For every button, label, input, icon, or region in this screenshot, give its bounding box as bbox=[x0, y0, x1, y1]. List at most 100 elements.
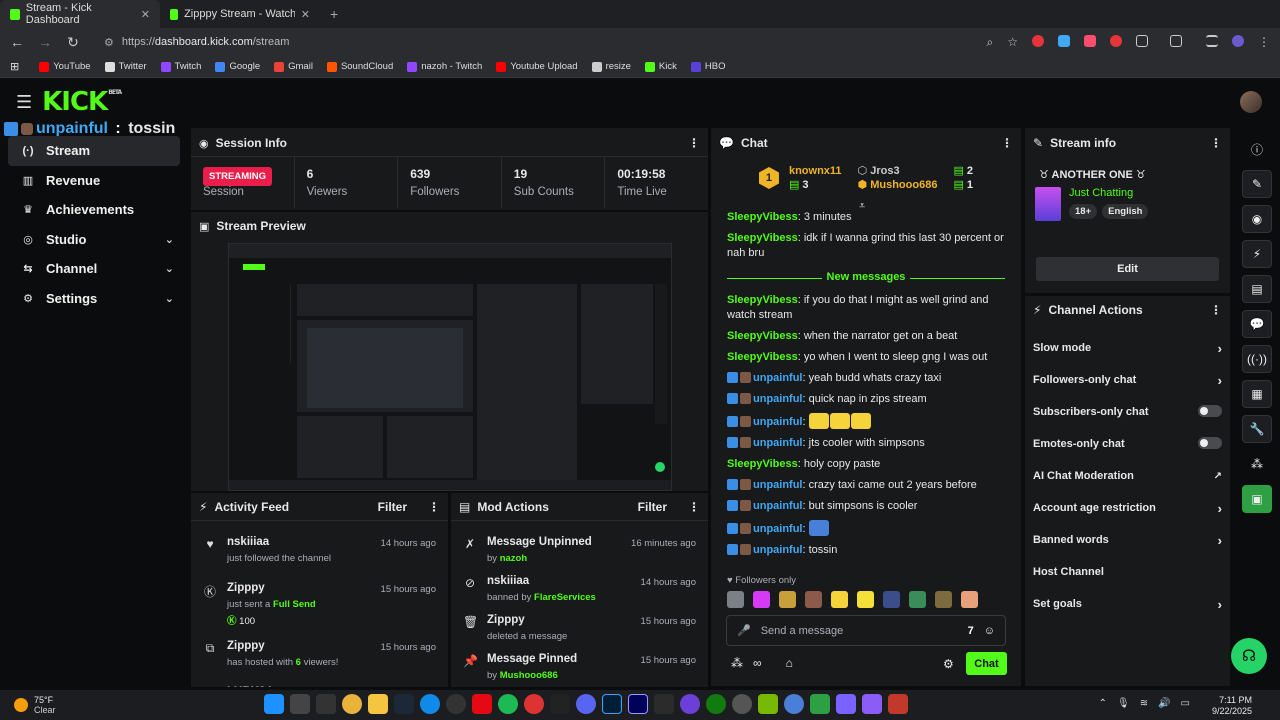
emote[interactable] bbox=[883, 591, 900, 608]
profile-avatar-icon[interactable] bbox=[1232, 34, 1244, 47]
emote[interactable] bbox=[831, 591, 848, 608]
extensions-puzzle-icon[interactable] bbox=[1136, 34, 1148, 47]
chat-username[interactable]: unpainful bbox=[753, 500, 803, 512]
wifi-icon[interactable]: ≋ bbox=[1140, 698, 1148, 709]
sidebar-item-stream[interactable]: (·) Stream bbox=[8, 136, 180, 166]
emoji-icon[interactable]: ☺ bbox=[984, 625, 995, 637]
bookmark-item[interactable]: YouTube bbox=[39, 61, 91, 72]
obs-icon[interactable] bbox=[446, 694, 466, 714]
chat-message[interactable]: unpainful: bbox=[727, 413, 1005, 430]
more-options-icon[interactable]: ⋮ bbox=[1210, 303, 1222, 317]
epic-games-icon[interactable] bbox=[550, 694, 570, 714]
emote[interactable] bbox=[727, 591, 744, 608]
chat-bubble-icon[interactable]: 💬 bbox=[1242, 310, 1272, 338]
media-controls-icon[interactable] bbox=[1206, 34, 1218, 47]
cast-icon[interactable] bbox=[1170, 34, 1182, 47]
microphone-icon[interactable]: 🎤 bbox=[737, 624, 751, 637]
store-icon[interactable]: ⌂ bbox=[786, 656, 793, 670]
task-view-icon[interactable] bbox=[290, 694, 310, 714]
emote[interactable] bbox=[857, 591, 874, 608]
battery-icon[interactable]: ▭ bbox=[1181, 698, 1190, 709]
seven-tv-icon[interactable]: 7 bbox=[968, 625, 974, 637]
file-explorer-icon[interactable] bbox=[368, 694, 388, 714]
stream-preview-video[interactable] bbox=[228, 243, 672, 491]
camera-icon[interactable]: ◉ bbox=[1242, 205, 1272, 233]
category-link[interactable]: Just Chatting bbox=[1069, 187, 1148, 199]
sidebar-item-channel[interactable]: ⇆ Channel ⌄ bbox=[8, 254, 180, 284]
app-icon[interactable] bbox=[654, 694, 674, 714]
channel-action-item[interactable]: Account age restriction › bbox=[1025, 492, 1230, 524]
sidebar-item-achievements[interactable]: ♛ Achievements bbox=[8, 195, 180, 225]
more-options-icon[interactable]: ⋮ bbox=[428, 500, 440, 514]
chat-input[interactable]: 🎤 Send a message 7 ☺ bbox=[726, 615, 1006, 646]
chat-username[interactable]: SleepyVibess bbox=[727, 211, 798, 223]
bookmark-item[interactable]: Twitter bbox=[104, 61, 147, 72]
edge-icon[interactable] bbox=[420, 694, 440, 714]
bookmark-item[interactable]: Youtube Upload bbox=[496, 61, 578, 72]
chat-username[interactable]: unpainful bbox=[753, 393, 803, 405]
discord-icon[interactable] bbox=[576, 694, 596, 714]
chrome-icon[interactable] bbox=[342, 694, 362, 714]
chat-message[interactable]: unpainful: tossin bbox=[727, 543, 1005, 558]
loop-icon[interactable]: ∞ bbox=[753, 656, 762, 670]
app-icon[interactable] bbox=[524, 694, 544, 714]
tag-pill[interactable]: English bbox=[1102, 204, 1149, 219]
emote[interactable] bbox=[808, 520, 829, 536]
photoshop-icon[interactable] bbox=[602, 694, 622, 714]
chat-send-button[interactable]: Chat bbox=[966, 652, 1007, 675]
channel-action-item[interactable]: Banned words › bbox=[1025, 524, 1230, 556]
bookmark-item[interactable]: Kick bbox=[644, 61, 677, 72]
app-icon[interactable] bbox=[862, 694, 882, 714]
chat-username[interactable]: unpainful bbox=[753, 437, 803, 449]
close-tab-icon[interactable]: ✕ bbox=[141, 8, 150, 21]
poll-icon[interactable]: ⁂ bbox=[1242, 450, 1272, 478]
info-icon[interactable]: ⓘ bbox=[1242, 135, 1272, 163]
chat-message[interactable]: SleepyVibess: when the narrator get on a… bbox=[727, 329, 1005, 344]
zoom-icon[interactable]: ⌕ bbox=[987, 35, 994, 50]
microphone-icon[interactable]: 🎙 bbox=[1117, 698, 1130, 709]
edit-pencil-icon[interactable]: ✎ bbox=[1242, 170, 1272, 198]
layout-icon[interactable]: ▦ bbox=[1242, 380, 1272, 408]
app-icon[interactable] bbox=[680, 694, 700, 714]
bookmark-item[interactable]: Gmail bbox=[274, 61, 313, 72]
chat-message[interactable]: SleepyVibess: yo when I went to sleep gn… bbox=[727, 350, 1005, 365]
category-thumbnail[interactable] bbox=[1035, 187, 1061, 221]
channel-action-item[interactable]: AI Chat Moderation ↗ bbox=[1025, 460, 1230, 492]
apps-grid-icon[interactable]: ⊞ bbox=[10, 60, 19, 73]
scroll-down-icon[interactable]: ⩡ bbox=[859, 200, 865, 213]
toggle-switch[interactable] bbox=[1198, 404, 1222, 417]
xbox-icon[interactable] bbox=[706, 694, 726, 714]
bookmark-item[interactable]: nazoh - Twitch bbox=[407, 61, 482, 72]
sidebar-item-revenue[interactable]: ▥ Revenue bbox=[8, 166, 180, 196]
close-tab-icon[interactable]: ✕ bbox=[301, 8, 310, 21]
channel-action-item[interactable]: Followers-only chat › bbox=[1025, 364, 1230, 396]
chat-message[interactable]: SleepyVibess: idk if I wanna grind this … bbox=[727, 231, 1005, 261]
mod-filter-button[interactable]: Filter bbox=[638, 500, 667, 514]
taskbar-clock[interactable]: 7:11 PM 9/22/2025 bbox=[1212, 695, 1252, 717]
chat-message[interactable]: SleepyVibess: if you do that I might as … bbox=[727, 293, 1005, 323]
sidebar-item-studio[interactable]: ◎ Studio ⌄ bbox=[8, 225, 180, 255]
more-options-icon[interactable]: ⋮ bbox=[688, 500, 700, 514]
chat-message[interactable]: unpainful: quick nap in zips stream bbox=[727, 392, 1005, 407]
address-bar[interactable]: ⚙ https://dashboard.kick.com/stream bbox=[104, 36, 289, 49]
emote[interactable] bbox=[850, 413, 871, 429]
forward-icon[interactable]: → bbox=[38, 34, 52, 50]
chat-username[interactable]: unpainful bbox=[753, 544, 803, 556]
steam-icon[interactable] bbox=[394, 694, 414, 714]
chat-message[interactable]: unpainful: but simpsons is cooler bbox=[727, 499, 1005, 514]
nvidia-icon[interactable] bbox=[758, 694, 778, 714]
extension-icon[interactable] bbox=[1058, 34, 1070, 47]
emote[interactable] bbox=[808, 413, 829, 429]
browser-menu-icon[interactable]: ⋮ bbox=[1258, 35, 1270, 50]
bookmark-item[interactable]: SoundCloud bbox=[326, 61, 393, 72]
app-icon[interactable] bbox=[810, 694, 830, 714]
volume-icon[interactable]: 🔊 bbox=[1158, 698, 1170, 709]
chat-username[interactable]: unpainful bbox=[753, 479, 803, 491]
app-icon[interactable] bbox=[784, 694, 804, 714]
help-chat-button[interactable]: ☊ bbox=[1231, 638, 1267, 674]
wrench-icon[interactable]: 🔧 bbox=[1242, 415, 1272, 443]
chat-message[interactable]: SleepyVibess: 3 minutes bbox=[727, 210, 1005, 225]
store-icon[interactable] bbox=[316, 694, 336, 714]
tray-overflow-icon[interactable]: ⌃ bbox=[1099, 698, 1107, 709]
kick-logo[interactable]: KICK BETA bbox=[42, 87, 122, 117]
